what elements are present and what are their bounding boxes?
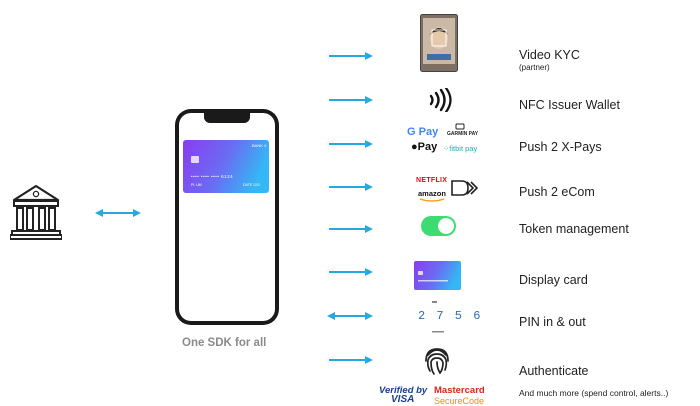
contactless-icon: [429, 88, 452, 112]
apple-icon: ●: [411, 141, 418, 153]
feature-label-token: Token management: [519, 222, 629, 236]
mastercard-securecode-logo: Mastercard SecureCode: [434, 385, 485, 406]
feature-label-nfc: NFC Issuer Wallet: [519, 98, 620, 112]
gpay-logo: G Pay: [407, 126, 439, 138]
apple-pay-logo: ●Pay: [411, 141, 438, 153]
card-expiry: DATE 12/2: [243, 183, 260, 187]
toggle-switch-icon: [421, 216, 456, 236]
fitbit-pay-logo: ⁘fitbit pay: [443, 144, 478, 153]
verified-by-visa-logo: Verified by VISA: [379, 385, 428, 405]
netflix-logo: NETFLIX: [416, 177, 448, 184]
card-icon: [414, 261, 461, 290]
feature-label-x-pays: Push 2 X-Pays: [519, 140, 602, 154]
shop-arrows-icon: [451, 180, 478, 196]
bank-icon: [10, 184, 62, 240]
video-kyc-icon: [420, 14, 458, 72]
card-number: •••• •••• •••• 6124: [191, 174, 234, 179]
feature-sub-video-kyc: (partner): [519, 63, 550, 72]
garmin-pay-logo: GARMIN PAY: [447, 131, 479, 137]
feature-arrows: [327, 52, 373, 364]
feature-label-pin: PIN in & out: [519, 315, 586, 329]
feature-label-ecom: Push 2 eCom: [519, 185, 595, 199]
phone-icon: [175, 109, 279, 325]
card-holder: PL UM: [191, 183, 202, 187]
fingerprint-icon: [425, 348, 449, 375]
feature-label-display: Display card: [519, 273, 588, 287]
feature-label-video-kyc: Video KYC: [519, 48, 580, 62]
feature-label-authenticate: Authenticate: [519, 364, 589, 378]
amazon-smile-icon: [419, 198, 445, 202]
card-bank-name: BANK X: [252, 143, 267, 148]
bank-phone-arrow: [95, 209, 141, 217]
amazon-logo: amazon: [418, 189, 446, 198]
sdk-caption: One SDK for all: [182, 337, 267, 349]
feature-label-more: And much more (spend control, alerts..): [519, 388, 669, 398]
pin-marks-icon: [432, 301, 444, 333]
garmin-wallet-icon: [455, 123, 465, 130]
